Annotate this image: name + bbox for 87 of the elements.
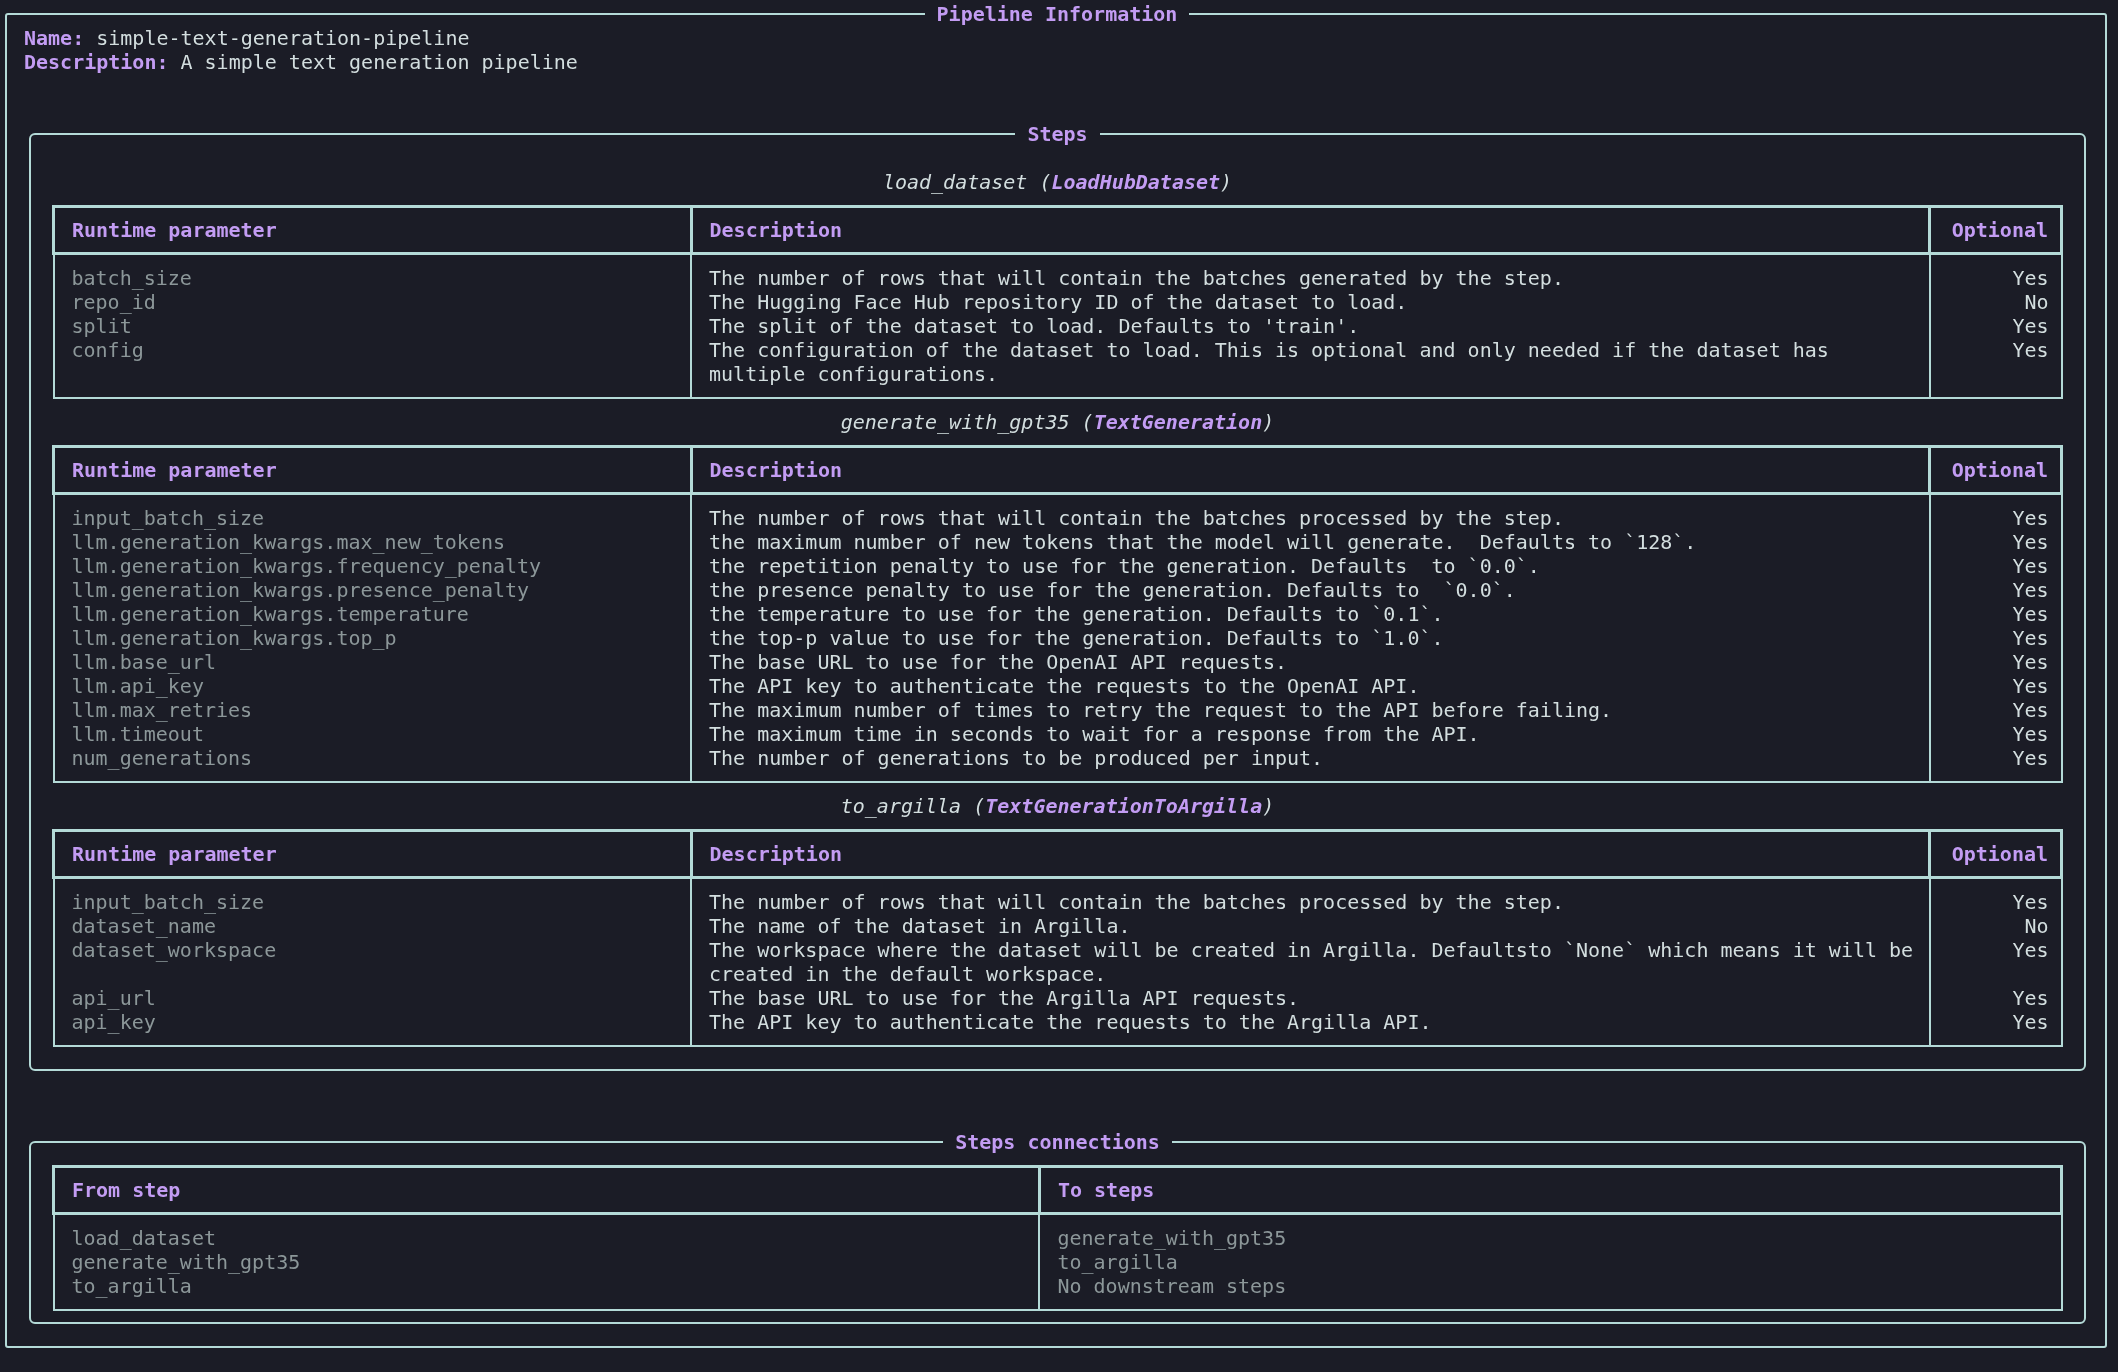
field-value: A simple text generation pipeline (180, 50, 578, 74)
table-cell: dataset_workspace (53, 938, 692, 986)
table-cell: The Hugging Face Hub repository ID of the dataset to load. (691, 290, 1930, 314)
column-header: Optional (1929, 830, 2062, 878)
table-cell: the temperature to use for the generation. Defaults to `0.1`. (691, 602, 1930, 626)
table-cell: The API key to authenticate the requests to the OpenAI API. (691, 674, 1930, 698)
table-cell: the maximum number of new tokens that the model will generate. Defaults to `128`. (691, 530, 1930, 554)
table-cell: the repetition penalty to use for the generation. Defaults to `0.0`. (691, 554, 1930, 578)
column-header: Runtime parameter (53, 446, 692, 494)
table-cell: Yes (1929, 1010, 2062, 1046)
table-cell: batch_size (53, 253, 692, 290)
table-cell: The number of rows that will contain the batches processed by the step. (691, 877, 1930, 914)
column-header: Runtime parameter (53, 206, 692, 254)
table-cell: Yes (1929, 530, 2062, 554)
table-cell: Yes (1929, 314, 2062, 338)
table-cell: No (1929, 914, 2062, 938)
table-cell: api_url (53, 986, 692, 1010)
table-cell: llm.max_retries (53, 698, 692, 722)
column-header: From step (53, 1166, 1040, 1214)
table-caption: generate_with_gpt35 (TextGeneration) (839, 410, 1276, 434)
table-cell: llm.api_key (53, 674, 692, 698)
table-cell: The base URL to use for the OpenAI API requests. (691, 650, 1930, 674)
table-cell: llm.generation_kwargs.frequency_penalty (53, 554, 692, 578)
table-cell: Yes (1929, 746, 2062, 782)
table-cell: generate_with_gpt35 (1039, 1213, 2062, 1250)
table-caption: to_argilla (TextGenerationToArgilla) (839, 794, 1276, 818)
table-cell: The base URL to use for the Argilla API requests. (691, 986, 1930, 1010)
panel-title: Pipeline Information (935, 2, 1179, 26)
table-cell: llm.generation_kwargs.top_p (53, 626, 692, 650)
column-header: Description (691, 830, 1930, 878)
field-label: Description: (24, 50, 169, 74)
table-cell: Yes (1929, 698, 2062, 722)
table-cell: llm.generation_kwargs.temperature (53, 602, 692, 626)
table-cell: generate_with_gpt35 (53, 1250, 1040, 1274)
table-cell: llm.generation_kwargs.presence_penalty (53, 578, 692, 602)
table-cell: the presence penalty to use for the generation. Defaults to `0.0`. (691, 578, 1930, 602)
field-label: Name: (24, 26, 85, 50)
table-cell: Yes (1929, 722, 2062, 746)
table-caption: load_dataset (LoadHubDataset) (881, 170, 1234, 194)
table-cell: config (53, 338, 692, 398)
table-cell: repo_id (53, 290, 692, 314)
table-cell: The name of the dataset in Argilla. (691, 914, 1930, 938)
column-header: Description (691, 206, 1930, 254)
field-value: simple-text-generation-pipeline (96, 26, 470, 50)
table-cell: load_dataset (53, 1213, 1040, 1250)
table-cell: Yes (1929, 554, 2062, 578)
table-cell: num_generations (53, 746, 692, 782)
table-cell: No downstream steps (1039, 1274, 2062, 1310)
table-cell: The number of rows that will contain the batches generated by the step. (691, 253, 1930, 290)
table-cell: Yes (1929, 338, 2062, 398)
column-header: Runtime parameter (53, 830, 692, 878)
table-cell: to_argilla (53, 1274, 1040, 1310)
table-cell: input_batch_size (53, 877, 692, 914)
table-cell: Yes (1929, 626, 2062, 650)
table-cell: split (53, 314, 692, 338)
table-cell: The split of the dataset to load. Defaults to 'train'. (691, 314, 1930, 338)
table-cell: No (1929, 290, 2062, 314)
table-cell: to_argilla (1039, 1250, 2062, 1274)
table-cell: llm.generation_kwargs.max_new_tokens (53, 530, 692, 554)
table-cell: Yes (1929, 650, 2062, 674)
table-cell: The maximum time in seconds to wait for a response from the API. (691, 722, 1930, 746)
table-cell: api_key (53, 1010, 692, 1046)
table-cell: Yes (1929, 578, 2062, 602)
column-header: Optional (1929, 206, 2062, 254)
table-cell: Yes (1929, 493, 2062, 530)
table-cell: llm.base_url (53, 650, 692, 674)
column-header: To steps (1039, 1166, 2062, 1214)
column-header: Optional (1929, 446, 2062, 494)
table-cell: Yes (1929, 602, 2062, 626)
table-cell: The API key to authenticate the requests to the Argilla API. (691, 1010, 1930, 1046)
table-cell: The number of rows that will contain the batches processed by the step. (691, 493, 1930, 530)
table-cell: Yes (1929, 674, 2062, 698)
table-cell: The maximum number of times to retry the request to the API before failing. (691, 698, 1930, 722)
table-cell: Yes (1929, 986, 2062, 1010)
panel-title: Steps (1026, 122, 1089, 146)
table-cell: the top-p value to use for the generation. Defaults to `1.0`. (691, 626, 1930, 650)
panel-title: Steps connections (954, 1130, 1161, 1154)
table-cell: Yes (1929, 877, 2062, 914)
table-cell: input_batch_size (53, 493, 692, 530)
table-cell: Yes (1929, 938, 2062, 986)
table-cell: dataset_name (53, 914, 692, 938)
table-cell: The workspace where the dataset will be created in Argilla. Defaultsto `None` which means it will be created in the default workspace. (691, 938, 1930, 986)
table-cell: Yes (1929, 253, 2062, 290)
table-cell: llm.timeout (53, 722, 692, 746)
table-cell: The number of generations to be produced per input. (691, 746, 1930, 782)
column-header: Description (691, 446, 1930, 494)
table-cell: The configuration of the dataset to load. This is optional and only needed if the dataset has multiple configurations. (691, 338, 1930, 398)
